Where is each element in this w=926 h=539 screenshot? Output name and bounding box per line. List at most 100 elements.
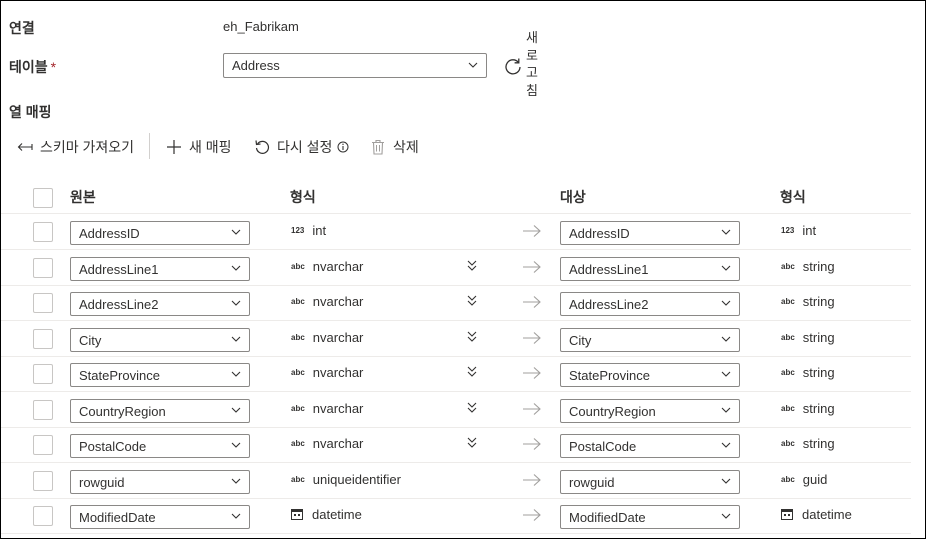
destination-type-value: string: [802, 259, 835, 274]
chevron-down-icon: [231, 265, 241, 271]
chevron-down-icon: [231, 407, 241, 413]
header-source: 원본: [70, 189, 96, 205]
source-type-value: nvarchar: [312, 259, 364, 274]
source-column-dropdown[interactable]: CountryRegion: [70, 399, 250, 423]
destination-column-dropdown[interactable]: rowguid: [560, 470, 740, 494]
delete-button[interactable]: 삭제: [370, 137, 419, 157]
destination-column-dropdown[interactable]: AddressLine1: [560, 257, 740, 281]
destination-type-value: int: [802, 223, 817, 238]
string-type-icon: abc: [291, 439, 305, 448]
destination-column-value: ModifiedDate: [569, 509, 646, 525]
source-type: abc nvarchar: [291, 365, 363, 380]
import-schema-button[interactable]: 스키마 가져오기: [17, 137, 134, 157]
chevron-down-icon: [721, 265, 731, 271]
destination-type-value: string: [802, 401, 835, 416]
destination-column-dropdown[interactable]: PostalCode: [560, 434, 740, 458]
plus-icon: [167, 140, 181, 154]
row-checkbox[interactable]: [33, 329, 53, 349]
row-checkbox[interactable]: [33, 222, 53, 242]
row-checkbox[interactable]: [33, 364, 53, 384]
chevron-down-icon: [231, 336, 241, 342]
source-type-value: nvarchar: [312, 330, 364, 345]
string-type-icon: abc: [291, 297, 305, 306]
destination-column-dropdown[interactable]: StateProvince: [560, 363, 740, 387]
chevron-down-icon: [231, 513, 241, 519]
string-type-icon: abc: [781, 475, 795, 484]
source-column-dropdown[interactable]: City: [70, 328, 250, 352]
destination-column-dropdown[interactable]: ModifiedDate: [560, 505, 740, 529]
calendar-icon: [291, 508, 303, 520]
chevron-down-icon: [231, 229, 241, 235]
destination-type-value: string: [802, 436, 835, 451]
row-checkbox[interactable]: [33, 400, 53, 420]
source-column-dropdown[interactable]: AddressLine1: [70, 257, 250, 281]
arrow-right-icon: [523, 367, 541, 379]
source-column-dropdown[interactable]: ModifiedDate: [70, 505, 250, 529]
destination-column-value: AddressID: [569, 225, 630, 241]
double-chevron-down-icon[interactable]: [466, 259, 478, 273]
chevron-down-icon: [721, 407, 731, 413]
destination-column-dropdown[interactable]: CountryRegion: [560, 399, 740, 423]
select-all-checkbox[interactable]: [33, 188, 53, 208]
row-checkbox[interactable]: [33, 293, 53, 313]
new-mapping-button[interactable]: 새 매핑: [166, 137, 232, 157]
destination-type: abc guid: [781, 472, 827, 487]
table-label-text: 테이블: [9, 59, 48, 75]
double-chevron-down-icon[interactable]: [466, 330, 478, 344]
chevron-down-icon: [231, 442, 241, 448]
calendar-icon: [291, 508, 304, 522]
destination-column-dropdown[interactable]: AddressLine2: [560, 292, 740, 316]
source-type: abc nvarchar: [291, 330, 363, 345]
mapping-toolbar: 스키마 가져오기 새 매핑 다시 설정 삭제: [1, 133, 925, 159]
column-mapping-title: 열 매핑: [9, 104, 52, 120]
source-column-value: City: [79, 332, 102, 348]
destination-column-value: AddressLine2: [569, 296, 649, 312]
destination-type-value: string: [802, 294, 835, 309]
reset-button[interactable]: 다시 설정: [254, 137, 349, 157]
integer-type-icon: 123: [291, 226, 305, 235]
row-checkbox[interactable]: [33, 506, 53, 526]
destination-type-value: string: [802, 365, 835, 380]
source-column-dropdown[interactable]: rowguid: [70, 470, 250, 494]
double-chevron-down-icon[interactable]: [466, 401, 478, 415]
destination-column-value: AddressLine1: [569, 261, 649, 277]
info-icon[interactable]: [337, 141, 349, 153]
refresh-icon[interactable]: [503, 56, 523, 76]
double-chevron-down-icon[interactable]: [466, 365, 478, 379]
table-row: City abc nvarchar City abc string: [1, 321, 911, 357]
source-type-value: datetime: [312, 507, 362, 522]
double-chevron-down-icon[interactable]: [466, 294, 478, 308]
source-column-dropdown[interactable]: StateProvince: [70, 363, 250, 387]
source-type-value: int: [312, 223, 327, 238]
table-row: AddressID 123 int AddressID 123 int: [1, 214, 911, 250]
source-column-value: ModifiedDate: [79, 509, 156, 525]
table-dropdown[interactable]: Address: [223, 53, 487, 78]
refresh-button-label[interactable]: 새로고침: [526, 29, 540, 99]
destination-column-dropdown[interactable]: City: [560, 328, 740, 352]
string-type-icon: abc: [291, 333, 305, 342]
integer-type-icon: 123: [781, 226, 795, 235]
row-checkbox[interactable]: [33, 258, 53, 278]
delete-label: 삭제: [393, 139, 419, 155]
source-column-dropdown[interactable]: AddressLine2: [70, 292, 250, 316]
chevron-down-icon: [721, 478, 731, 484]
mapping-grid-header: 원본 형식 대상 형식: [1, 179, 911, 214]
row-checkbox[interactable]: [33, 435, 53, 455]
trash-icon: [372, 139, 384, 155]
string-type-icon: abc: [781, 333, 795, 342]
chevron-down-icon: [721, 336, 731, 342]
destination-column-dropdown[interactable]: AddressID: [560, 221, 740, 245]
string-type-icon: abc: [781, 368, 795, 377]
destination-type: abc string: [781, 330, 835, 345]
source-column-value: PostalCode: [79, 438, 147, 454]
source-type-value: nvarchar: [312, 294, 364, 309]
source-column-dropdown[interactable]: PostalCode: [70, 434, 250, 458]
destination-type: abc string: [781, 436, 835, 451]
row-checkbox[interactable]: [33, 471, 53, 491]
double-chevron-down-icon[interactable]: [466, 436, 478, 450]
source-column-dropdown[interactable]: AddressID: [70, 221, 250, 245]
destination-type: 123 int: [781, 223, 816, 238]
table-dropdown-value: Address: [232, 58, 280, 73]
destination-type: abc string: [781, 294, 835, 309]
source-type: abc uniqueidentifier: [291, 472, 401, 487]
